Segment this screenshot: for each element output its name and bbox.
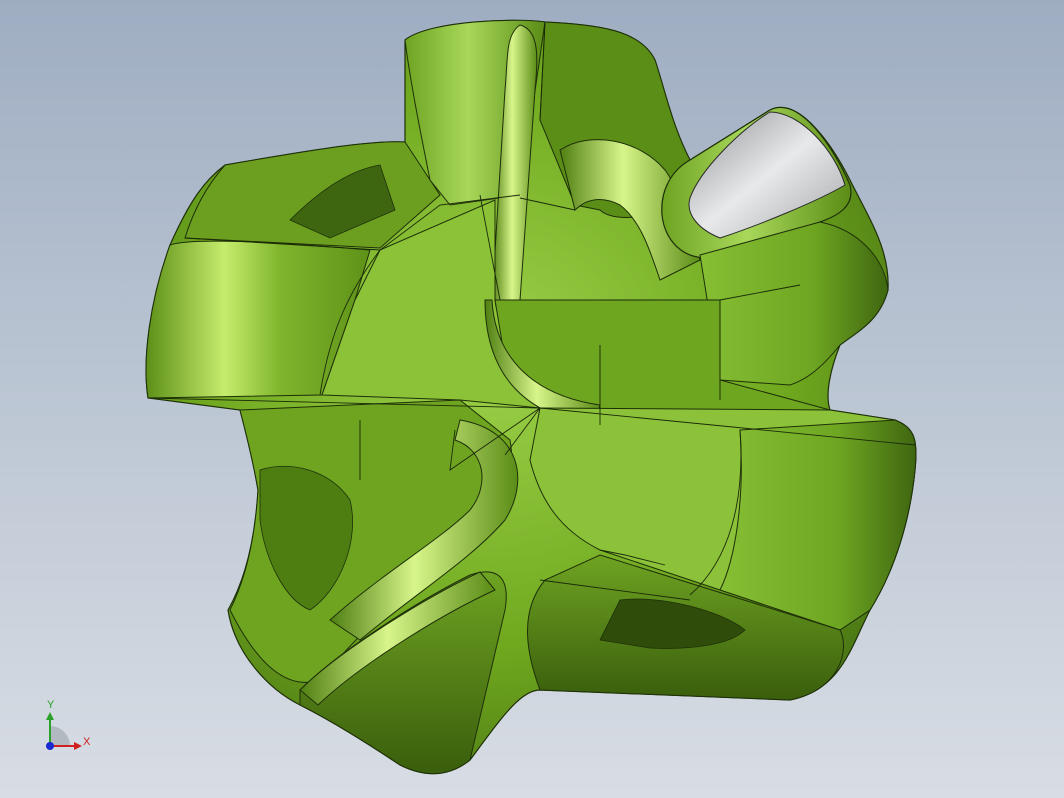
lower-right-band	[719, 419, 917, 631]
y-axis-label: Y	[47, 699, 55, 711]
coordinate-triad: Y X	[40, 698, 100, 758]
part-model[interactable]	[0, 0, 1064, 798]
x-axis-label: X	[83, 736, 91, 748]
graphics-viewport[interactable]: Y X	[0, 0, 1064, 798]
